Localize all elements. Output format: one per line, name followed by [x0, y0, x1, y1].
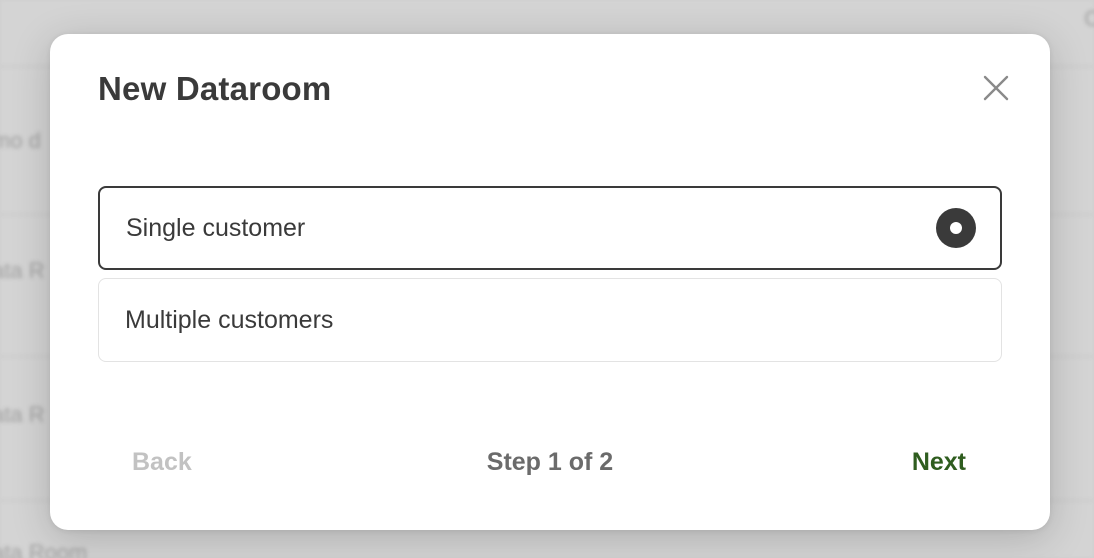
option-multiple-customers[interactable]: Multiple customers [98, 278, 1002, 362]
option-label: Single customer [126, 213, 306, 242]
next-button[interactable]: Next [912, 448, 966, 477]
dialog-title: New Dataroom [98, 70, 332, 107]
close-icon [978, 70, 1014, 106]
close-button[interactable] [978, 70, 1014, 106]
back-button[interactable]: Back [132, 448, 192, 477]
option-single-customer[interactable]: Single customer [98, 186, 1002, 270]
option-label: Multiple customers [125, 305, 334, 334]
radio-inner-dot [950, 222, 962, 234]
step-indicator: Step 1 of 2 [486, 448, 614, 476]
radio-selected-icon [936, 208, 976, 248]
new-dataroom-dialog: New Dataroom Single customer Multiple cu… [50, 34, 1050, 530]
